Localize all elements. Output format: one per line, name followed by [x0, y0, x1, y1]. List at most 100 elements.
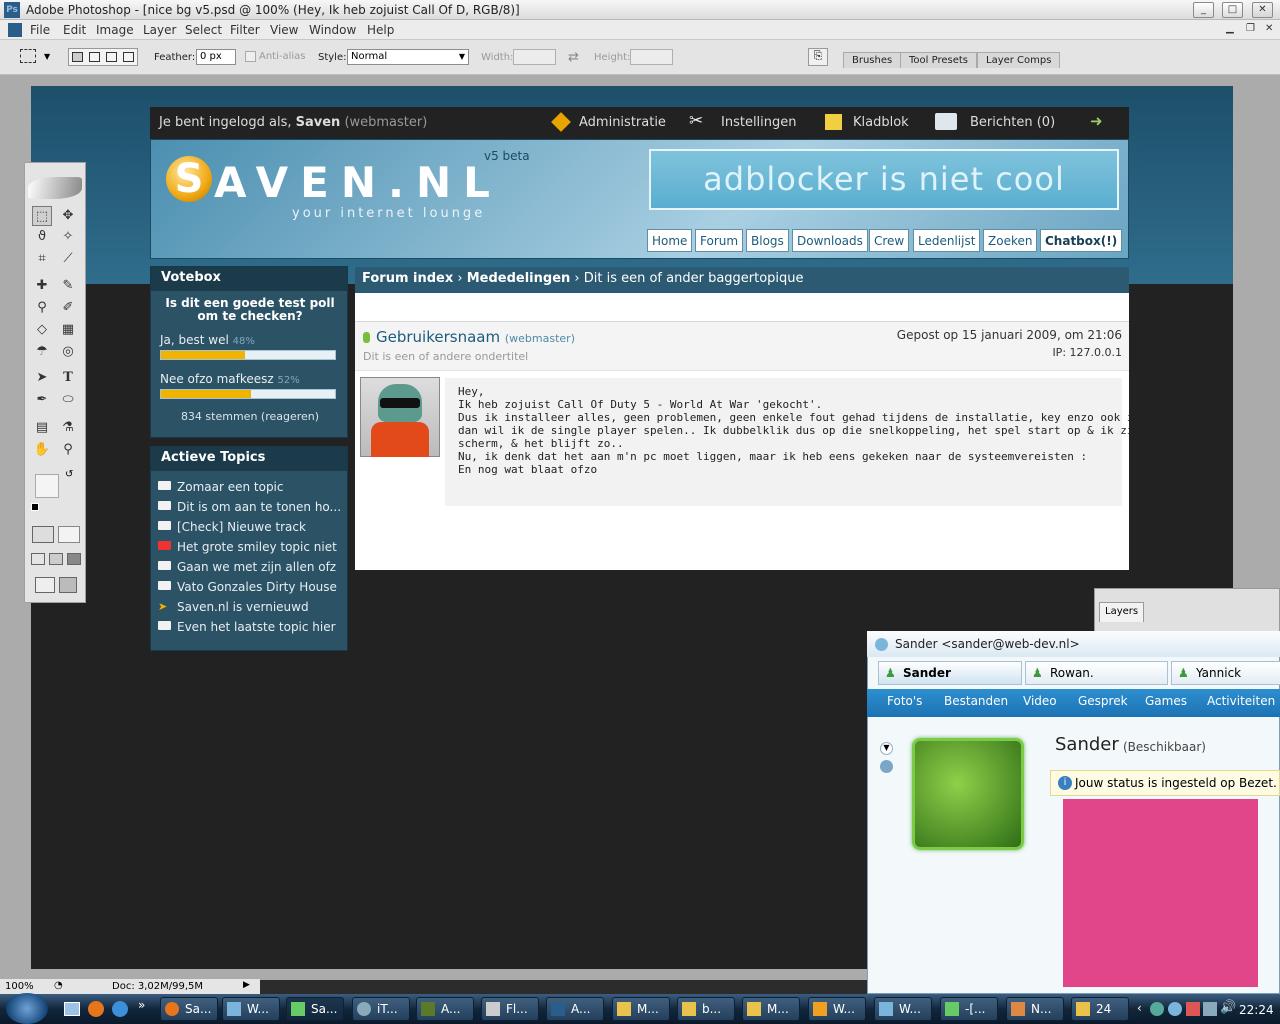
standard-mode-icon[interactable]: [32, 526, 54, 543]
screen-mode-full-icon[interactable]: [67, 553, 81, 565]
taskbar-item[interactable]: A...: [546, 997, 604, 1021]
status-arrow-icon[interactable]: ▶: [243, 980, 250, 990]
link-administratie[interactable]: Administratie: [579, 115, 666, 130]
taskbar-item[interactable]: Fl...: [481, 997, 539, 1021]
chat-tab-yannick[interactable]: ♟ Yannick: [1171, 661, 1280, 685]
link-kladblok[interactable]: Kladblok: [853, 115, 909, 130]
topic-item[interactable]: ➤ Saven.nl is vernieuwd: [158, 600, 309, 614]
username[interactable]: Saven: [296, 115, 341, 130]
nav-crew[interactable]: Crew: [869, 229, 910, 252]
topic-item[interactable]: Vato Gonzales Dirty House: [158, 580, 337, 594]
maximize-button[interactable]: □: [1222, 2, 1243, 18]
marquee-tool-icon[interactable]: ⬚: [32, 206, 52, 226]
height-input[interactable]: [630, 49, 673, 65]
clock[interactable]: 22:24: [1239, 1003, 1274, 1017]
document-icon[interactable]: [8, 23, 22, 37]
menu-filter[interactable]: Filter: [230, 23, 260, 37]
toolbar-video[interactable]: Video: [1023, 694, 1057, 708]
logout-icon[interactable]: ➜: [1090, 112, 1103, 130]
toolbar-fotos[interactable]: Foto's: [887, 694, 922, 708]
network-icon[interactable]: [1203, 1002, 1217, 1016]
menu-layer[interactable]: Layer: [143, 23, 176, 37]
jump-to-imageready-icon[interactable]: [35, 577, 55, 593]
crumb-forum-index[interactable]: Forum index: [362, 271, 453, 286]
toolbar-games[interactable]: Games: [1145, 694, 1187, 708]
default-colors-icon[interactable]: [31, 503, 39, 511]
taskbar-item[interactable]: W...: [808, 997, 866, 1021]
tab-layer-comps[interactable]: Layer Comps: [977, 52, 1061, 68]
tray-messenger-icon[interactable]: [1168, 1002, 1182, 1016]
notes-tool-icon[interactable]: ▤: [32, 418, 52, 438]
blur-tool-icon[interactable]: ☂: [32, 342, 52, 362]
brush-tool-icon[interactable]: ✎: [58, 276, 78, 296]
start-button[interactable]: [6, 993, 48, 1024]
tray-expand-icon[interactable]: ‹: [1137, 1001, 1142, 1015]
doc-restore-icon[interactable]: ❐: [1246, 23, 1255, 34]
tab-tool-presets[interactable]: Tool Presets: [900, 52, 977, 68]
firefox-icon[interactable]: [88, 1001, 104, 1017]
zoom-level[interactable]: 100%: [5, 981, 34, 992]
type-tool-icon[interactable]: T: [58, 368, 78, 388]
subtract-selection-icon[interactable]: [106, 52, 117, 62]
gradient-tool-icon[interactable]: ▦: [58, 320, 78, 340]
chat-tab-sander[interactable]: ♟ Sander: [878, 661, 1022, 685]
new-selection-icon[interactable]: [72, 52, 83, 62]
move-tool-icon[interactable]: ✥: [58, 206, 78, 226]
crumb-mededelingen[interactable]: Mededelingen: [467, 271, 571, 286]
ad-banner[interactable]: adblocker is niet cool: [649, 149, 1119, 210]
webcam-icon[interactable]: [880, 760, 893, 773]
topic-item[interactable]: Even het laatste topic hier: [158, 620, 336, 634]
post-author[interactable]: Gebruikersnaam (webmaster): [376, 328, 575, 346]
taskbar-item[interactable]: Sa...: [286, 997, 344, 1021]
taskbar-item[interactable]: iT...: [352, 997, 410, 1021]
crop-tool-icon[interactable]: ⌗: [32, 249, 52, 269]
swap-dimensions-icon[interactable]: ⇄: [568, 50, 579, 65]
toolbar-bestanden[interactable]: Bestanden: [944, 694, 1008, 708]
ie-icon[interactable]: [112, 1001, 128, 1017]
zoom-tool-icon[interactable]: ⚲: [58, 440, 78, 460]
width-input[interactable]: [513, 49, 556, 65]
show-desktop-icon[interactable]: [64, 1002, 80, 1016]
healing-brush-icon[interactable]: ✚: [32, 276, 52, 296]
lasso-tool-icon[interactable]: ϑ: [32, 227, 52, 247]
antialias-checkbox[interactable]: [245, 51, 256, 62]
topic-item[interactable]: Dit is om aan te tonen ho...: [158, 500, 341, 514]
ellipse-tool-icon[interactable]: ⬭: [58, 390, 78, 410]
taskbar-item[interactable]: N...: [1006, 997, 1064, 1021]
selection-mode-buttons[interactable]: [68, 48, 138, 66]
magic-wand-icon[interactable]: ✧: [58, 227, 78, 247]
imageready-icon[interactable]: [59, 577, 77, 593]
tab-brushes[interactable]: Brushes: [843, 52, 902, 68]
swap-colors-icon[interactable]: ↺: [65, 469, 73, 480]
taskbar-item[interactable]: Sa...: [160, 997, 218, 1021]
foreground-color-swatch[interactable]: [35, 474, 59, 498]
eraser-tool-icon[interactable]: ◇: [32, 320, 52, 340]
feather-logo-icon[interactable]: [28, 177, 82, 199]
contact-display-picture[interactable]: [912, 738, 1024, 850]
site-logo[interactable]: S AVEN.NL your internet lounge v5 beta: [162, 149, 530, 230]
eyedropper-icon[interactable]: ⚗: [58, 418, 78, 438]
doc-close-icon[interactable]: ✕: [1265, 23, 1273, 34]
path-selection-icon[interactable]: ➤: [32, 368, 52, 388]
link-instellingen[interactable]: Instellingen: [721, 115, 797, 130]
quicklaunch-more-icon[interactable]: »: [138, 998, 145, 1012]
menu-edit[interactable]: Edit: [63, 23, 86, 37]
menu-file[interactable]: File: [30, 23, 50, 37]
taskbar-item[interactable]: M...: [742, 997, 800, 1021]
screen-mode-menubar-icon[interactable]: [49, 553, 63, 565]
link-berichten[interactable]: Berichten (0): [970, 115, 1055, 130]
taskbar-item[interactable]: W...: [222, 997, 280, 1021]
minimize-button[interactable]: _: [1193, 2, 1214, 18]
feather-input[interactable]: 0 px: [196, 49, 236, 65]
poll-total[interactable]: 834 stemmen (reageren): [151, 410, 349, 423]
collapse-icon[interactable]: ▼: [880, 742, 893, 755]
topic-item[interactable]: [Check] Nieuwe track: [158, 520, 306, 534]
taskbar-item[interactable]: -[...: [940, 997, 998, 1021]
menu-window[interactable]: Window: [309, 23, 356, 37]
toolbar-activiteiten[interactable]: Activiteiten: [1207, 694, 1275, 708]
tray-icon[interactable]: [1186, 1002, 1200, 1016]
taskbar-item[interactable]: b...: [677, 997, 735, 1021]
clone-stamp-icon[interactable]: ⚲: [32, 298, 52, 318]
dodge-tool-icon[interactable]: ◎: [58, 342, 78, 362]
taskbar-item[interactable]: W...: [874, 997, 932, 1021]
